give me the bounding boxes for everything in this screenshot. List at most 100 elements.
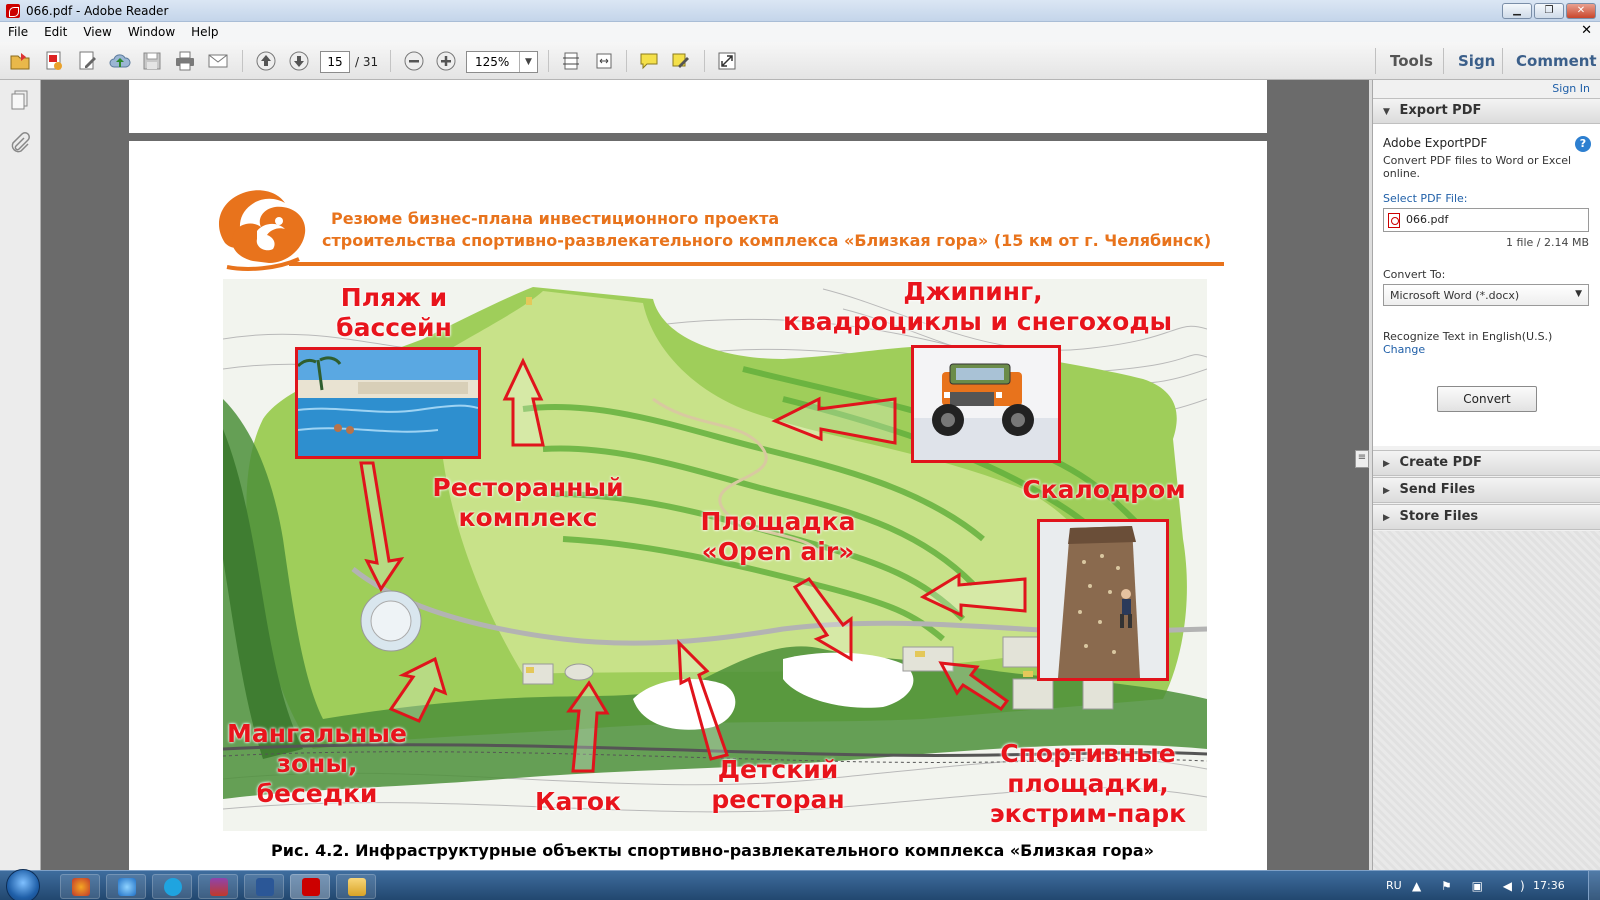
label-restaurant-line2: комплекс [458, 503, 598, 532]
fit-page-icon[interactable] [559, 49, 583, 73]
export-pdf-section-header[interactable]: ▼ Export PDF [1373, 98, 1600, 124]
print-icon[interactable] [173, 49, 197, 73]
upload-icon[interactable] [108, 49, 132, 73]
start-button[interactable] [6, 869, 40, 900]
fit-width-icon[interactable] [592, 49, 616, 73]
collapsed-arrow-icon: ▶ [1383, 513, 1390, 523]
next-page-icon[interactable] [287, 49, 311, 73]
clock[interactable]: 17:36 [1533, 879, 1565, 892]
collapsed-arrow-icon: ▶ [1383, 459, 1390, 469]
taskbar-explorer[interactable] [336, 874, 376, 899]
tools-pane-empty-area [1373, 531, 1600, 870]
show-desktop-button[interactable] [1588, 871, 1600, 900]
label-beach-pool: Пляж и бассейн [329, 283, 459, 343]
create-pdf-section-header[interactable]: ▶ Create PDF [1373, 450, 1600, 476]
export-pdf-title: Export PDF [1399, 103, 1482, 118]
close-document-icon[interactable]: ✕ [1581, 23, 1592, 38]
export-description: Convert PDF files to Word or Excel onlin… [1383, 154, 1572, 180]
menu-file[interactable]: File [0, 25, 36, 39]
selected-file-field[interactable]: 066.pdf [1383, 208, 1589, 232]
label-climbing-wall: Скалодром [1019, 475, 1189, 505]
help-icon[interactable]: ? [1575, 136, 1591, 152]
label-beach-line2: бассейн [336, 313, 452, 342]
page-thumbnails-icon[interactable] [9, 88, 31, 110]
attachments-icon[interactable] [9, 132, 31, 154]
read-mode-icon[interactable] [715, 49, 739, 73]
menu-help[interactable]: Help [183, 25, 226, 39]
convert-to-label: Convert To: [1383, 268, 1446, 281]
page-number-input[interactable]: 15 [320, 51, 350, 73]
convert-to-select[interactable]: Microsoft Word (*.docx) ▼ [1383, 284, 1589, 306]
zoom-value: 125% [475, 55, 510, 69]
window-title: 066.pdf - Adobe Reader [26, 3, 169, 18]
toolbar-separator [1502, 48, 1503, 74]
pdf-file-icon [1388, 213, 1400, 228]
header-divider [289, 262, 1224, 266]
zoom-in-icon[interactable] [434, 49, 458, 73]
taskbar-word[interactable] [244, 874, 284, 899]
open-icon[interactable] [8, 49, 32, 73]
taskbar-firefox[interactable] [60, 874, 100, 899]
maximize-button[interactable]: ❐ [1534, 3, 1564, 19]
save-icon[interactable] [140, 49, 164, 73]
collapsed-arrow-icon: ▶ [1383, 486, 1390, 496]
adobe-reader-icon [302, 878, 320, 896]
chevron-down-icon[interactable]: ▼ [519, 52, 537, 72]
language-indicator[interactable]: RU [1386, 879, 1402, 892]
sign-in-link[interactable]: Sign In [1552, 82, 1590, 95]
chevron-down-icon: ▼ [1575, 289, 1582, 299]
system-tray-icons[interactable]: ▲ ⚑ ▣ ◀) [1412, 879, 1533, 893]
page-total: / 31 [355, 55, 379, 69]
change-language-link[interactable]: Change [1383, 343, 1425, 356]
tab-tools[interactable]: Tools [1390, 52, 1433, 70]
windows-taskbar: RU ▲ ⚑ ▣ ◀) 17:36 [0, 869, 1600, 900]
title-bar: 066.pdf - Adobe Reader ▁ ❐ ✕ [0, 0, 1600, 22]
taskbar-adobe-reader[interactable] [290, 874, 330, 899]
header-line-1: Резюме бизнес-плана инвестиционного прое… [331, 209, 780, 228]
tab-comment[interactable]: Comment [1516, 52, 1597, 70]
site-plan-map: Пляж и бассейн Джипинг, квадроциклы и сн… [223, 279, 1207, 831]
comment-icon[interactable] [637, 49, 661, 73]
pane-splitter-handle[interactable]: ≡ [1355, 450, 1369, 468]
company-logo [207, 183, 317, 271]
label-kids-line1: Детский [717, 755, 839, 784]
label-sports-line1: Спортивные [1000, 739, 1176, 768]
toolbar-separator [704, 50, 705, 72]
email-icon[interactable] [206, 49, 230, 73]
label-jeeping-line2: квадроциклы и снегоходы [783, 307, 1173, 336]
taskbar-winrar[interactable] [198, 874, 238, 899]
taskbar-ie[interactable] [106, 874, 146, 899]
label-bbq-line1: Мангальные [227, 719, 407, 748]
menu-window[interactable]: Window [120, 25, 183, 39]
skype-icon [164, 878, 182, 896]
prev-page-icon[interactable] [254, 49, 278, 73]
store-files-section-header[interactable]: ▶ Store Files [1373, 504, 1600, 530]
figure-caption: Рис. 4.2. Инфраструктурные объекты спорт… [271, 841, 1155, 860]
minimize-button[interactable]: ▁ [1502, 3, 1532, 19]
internet-explorer-icon [118, 878, 136, 896]
taskbar-skype[interactable] [152, 874, 192, 899]
label-open-air: Площадка «Open air» [693, 507, 863, 567]
document-viewport[interactable]: Резюме бизнес-плана инвестиционного прое… [41, 80, 1369, 870]
convert-button[interactable]: Convert [1437, 386, 1537, 412]
zoom-select[interactable]: 125% ▼ [466, 51, 538, 73]
create-icon[interactable] [42, 49, 66, 73]
label-ice-rink-text: Каток [535, 787, 621, 816]
label-bbq-zones: Мангальные зоны, беседки [223, 719, 411, 809]
close-button[interactable]: ✕ [1566, 3, 1596, 19]
tab-sign[interactable]: Sign [1458, 52, 1495, 70]
highlight-icon[interactable] [669, 49, 693, 73]
selected-file-name: 066.pdf [1406, 213, 1449, 226]
toolbar-separator [626, 50, 627, 72]
send-files-title: Send Files [1399, 482, 1476, 497]
send-files-section-header[interactable]: ▶ Send Files [1373, 477, 1600, 503]
firefox-icon [72, 878, 90, 896]
store-files-title: Store Files [1399, 509, 1479, 524]
menu-edit[interactable]: Edit [36, 25, 75, 39]
edit-icon[interactable] [76, 49, 100, 73]
adobe-reader-icon [6, 3, 20, 18]
label-jeeping: Джипинг, квадроциклы и снегоходы [783, 279, 1173, 337]
zoom-out-icon[interactable] [402, 49, 426, 73]
menu-view[interactable]: View [75, 25, 119, 39]
label-sports-line2: площадки, [1007, 769, 1169, 798]
